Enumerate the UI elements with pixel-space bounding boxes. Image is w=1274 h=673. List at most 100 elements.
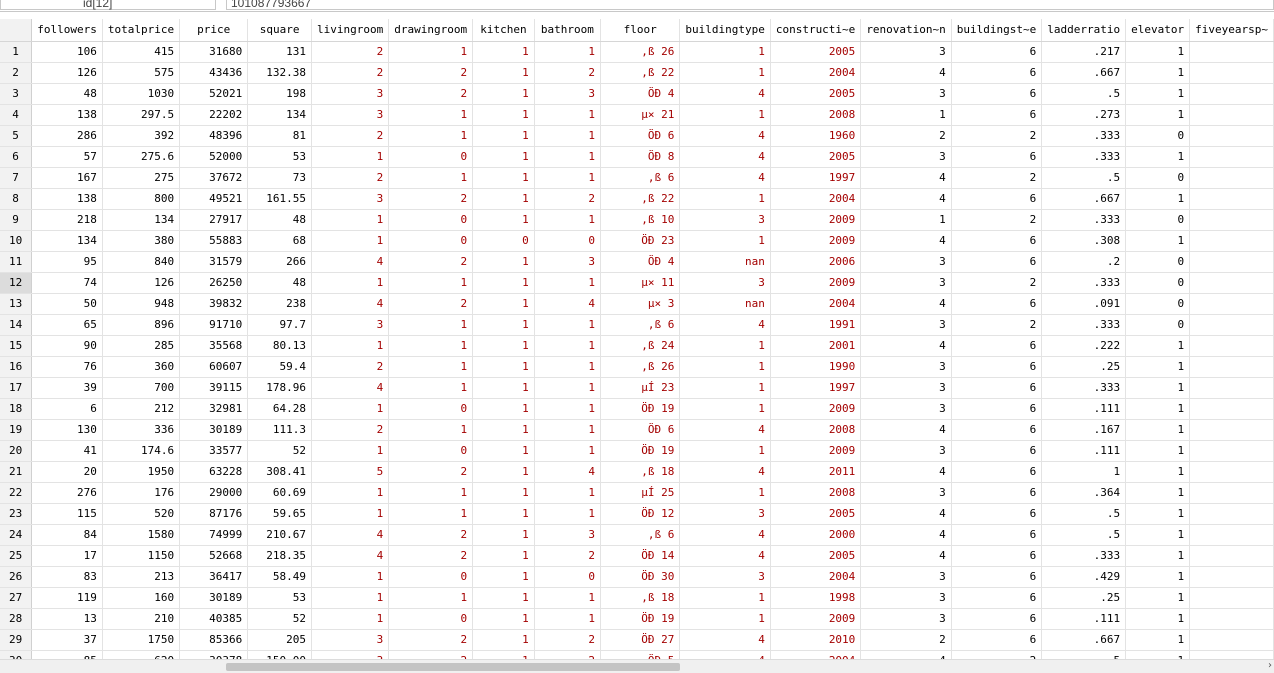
- table-cell[interactable]: 4: [534, 461, 601, 483]
- table-cell[interactable]: 3: [860, 314, 952, 336]
- table-cell[interactable]: [1189, 146, 1274, 168]
- table-cell[interactable]: 0: [388, 440, 474, 462]
- table-cell[interactable]: 198: [247, 83, 313, 105]
- table-cell[interactable]: 3: [679, 209, 771, 231]
- table-cell[interactable]: 1: [311, 608, 390, 630]
- table-cell[interactable]: 2010: [770, 629, 862, 651]
- table-cell[interactable]: 2009: [770, 440, 862, 462]
- row-number[interactable]: 6: [0, 146, 33, 168]
- table-cell[interactable]: 4: [679, 83, 771, 105]
- table-cell[interactable]: 1: [472, 146, 535, 168]
- table-cell[interactable]: .333: [1041, 272, 1127, 294]
- table-cell[interactable]: 119: [31, 587, 103, 609]
- table-cell[interactable]: 0: [388, 608, 474, 630]
- table-cell[interactable]: 3: [860, 146, 952, 168]
- table-cell[interactable]: 266: [247, 251, 313, 273]
- table-row[interactable]: 12 74 126 26250 48 1 1 1 1 µ× 11 3 2009 3 2.333 0: [0, 272, 1274, 294]
- table-cell[interactable]: 1: [534, 356, 601, 378]
- row-number[interactable]: 10: [0, 230, 33, 252]
- table-cell[interactable]: 41: [31, 440, 103, 462]
- table-cell[interactable]: 1: [679, 398, 771, 420]
- row-number[interactable]: 24: [0, 524, 33, 546]
- table-cell[interactable]: ‚ß 6: [600, 314, 681, 336]
- table-cell[interactable]: 2: [311, 125, 390, 147]
- table-cell[interactable]: 1: [1125, 482, 1191, 504]
- table-cell[interactable]: 3: [311, 104, 390, 126]
- table-cell[interactable]: 1: [679, 356, 771, 378]
- table-cell[interactable]: 1: [472, 545, 535, 567]
- table-cell[interactable]: [1189, 377, 1274, 399]
- table-cell[interactable]: 2: [388, 545, 474, 567]
- table-cell[interactable]: 3: [860, 356, 952, 378]
- table-cell[interactable]: 1: [1125, 335, 1191, 357]
- table-cell[interactable]: 63228: [179, 461, 249, 483]
- table-cell[interactable]: nan: [679, 293, 771, 315]
- table-cell[interactable]: 0: [1125, 251, 1191, 273]
- table-cell[interactable]: 3: [860, 41, 952, 63]
- table-cell[interactable]: .308: [1041, 230, 1127, 252]
- table-cell[interactable]: 1: [534, 377, 601, 399]
- table-cell[interactable]: 111.3: [247, 419, 313, 441]
- table-cell[interactable]: 3: [311, 188, 390, 210]
- table-cell[interactable]: 1: [388, 587, 474, 609]
- table-cell[interactable]: 37672: [179, 167, 249, 189]
- table-cell[interactable]: 1: [472, 272, 535, 294]
- table-cell[interactable]: 1: [472, 41, 535, 63]
- table-cell[interactable]: 1: [388, 482, 474, 504]
- table-cell[interactable]: 1: [472, 125, 535, 147]
- row-number[interactable]: 29: [0, 629, 33, 651]
- table-cell[interactable]: 3: [679, 566, 771, 588]
- table-cell[interactable]: .333: [1041, 125, 1127, 147]
- row-number[interactable]: 1: [0, 41, 33, 63]
- table-cell[interactable]: ‚ß 10: [600, 209, 681, 231]
- table-row[interactable]: 4 138 297.5 22202 134 3 1 1 1 µ× 21 1 2008 1 6.273 1: [0, 104, 1274, 126]
- table-cell[interactable]: [1189, 524, 1274, 546]
- row-number[interactable]: 17: [0, 377, 33, 399]
- table-cell[interactable]: 4: [311, 251, 390, 273]
- table-cell[interactable]: 2: [534, 629, 601, 651]
- table-cell[interactable]: ‚ß 22: [600, 188, 681, 210]
- table-cell[interactable]: 1: [472, 62, 535, 84]
- table-cell[interactable]: 2008: [770, 482, 862, 504]
- table-cell[interactable]: 43436: [179, 62, 249, 84]
- table-cell[interactable]: 210: [102, 608, 181, 630]
- table-cell[interactable]: 2: [388, 629, 474, 651]
- table-cell[interactable]: 2: [951, 167, 1043, 189]
- table-cell[interactable]: 2: [534, 188, 601, 210]
- table-cell[interactable]: 3: [679, 272, 771, 294]
- table-cell[interactable]: 126: [102, 272, 181, 294]
- table-cell[interactable]: 2009: [770, 608, 862, 630]
- table-cell[interactable]: 2: [388, 251, 474, 273]
- table-cell[interactable]: 1: [679, 587, 771, 609]
- table-cell[interactable]: 1: [1125, 629, 1191, 651]
- table-cell[interactable]: 6: [31, 398, 103, 420]
- table-cell[interactable]: 30189: [179, 419, 249, 441]
- table-cell[interactable]: 2: [534, 62, 601, 84]
- table-cell[interactable]: 4: [679, 545, 771, 567]
- table-cell[interactable]: 1: [679, 440, 771, 462]
- table-cell[interactable]: ÖÐ 19: [600, 398, 681, 420]
- table-cell[interactable]: 2: [388, 293, 474, 315]
- table-row[interactable]: 5 286 392 48396 81 2 1 1 1 ÖÐ 6 4 1960 2 2.333 0: [0, 125, 1274, 147]
- table-cell[interactable]: 1: [860, 104, 952, 126]
- table-cell[interactable]: 1: [388, 419, 474, 441]
- table-cell[interactable]: 1: [679, 377, 771, 399]
- table-cell[interactable]: [1189, 209, 1274, 231]
- table-cell[interactable]: [1189, 230, 1274, 252]
- table-cell[interactable]: 1: [472, 377, 535, 399]
- table-cell[interactable]: 81: [247, 125, 313, 147]
- table-cell[interactable]: 1: [534, 104, 601, 126]
- table-cell[interactable]: 1: [679, 608, 771, 630]
- table-cell[interactable]: 1997: [770, 377, 862, 399]
- table-row[interactable]: 24 84 1580 74999 210.67 4 2 1 3 ‚ß 6 4 2000 4 6.5 1: [0, 524, 1274, 546]
- row-number[interactable]: 20: [0, 440, 33, 462]
- table-cell[interactable]: 84: [31, 524, 103, 546]
- table-row[interactable]: 3 48 1030 52021 198 3 2 1 3 ÖÐ 4 4 2005 3 6.5 1: [0, 83, 1274, 105]
- table-cell[interactable]: 3: [311, 629, 390, 651]
- table-cell[interactable]: 161.55: [247, 188, 313, 210]
- table-cell[interactable]: 2005: [770, 146, 862, 168]
- table-cell[interactable]: 2004: [770, 566, 862, 588]
- table-cell[interactable]: .5: [1041, 83, 1127, 105]
- table-cell[interactable]: 1: [472, 188, 535, 210]
- table-cell[interactable]: 2: [311, 41, 390, 63]
